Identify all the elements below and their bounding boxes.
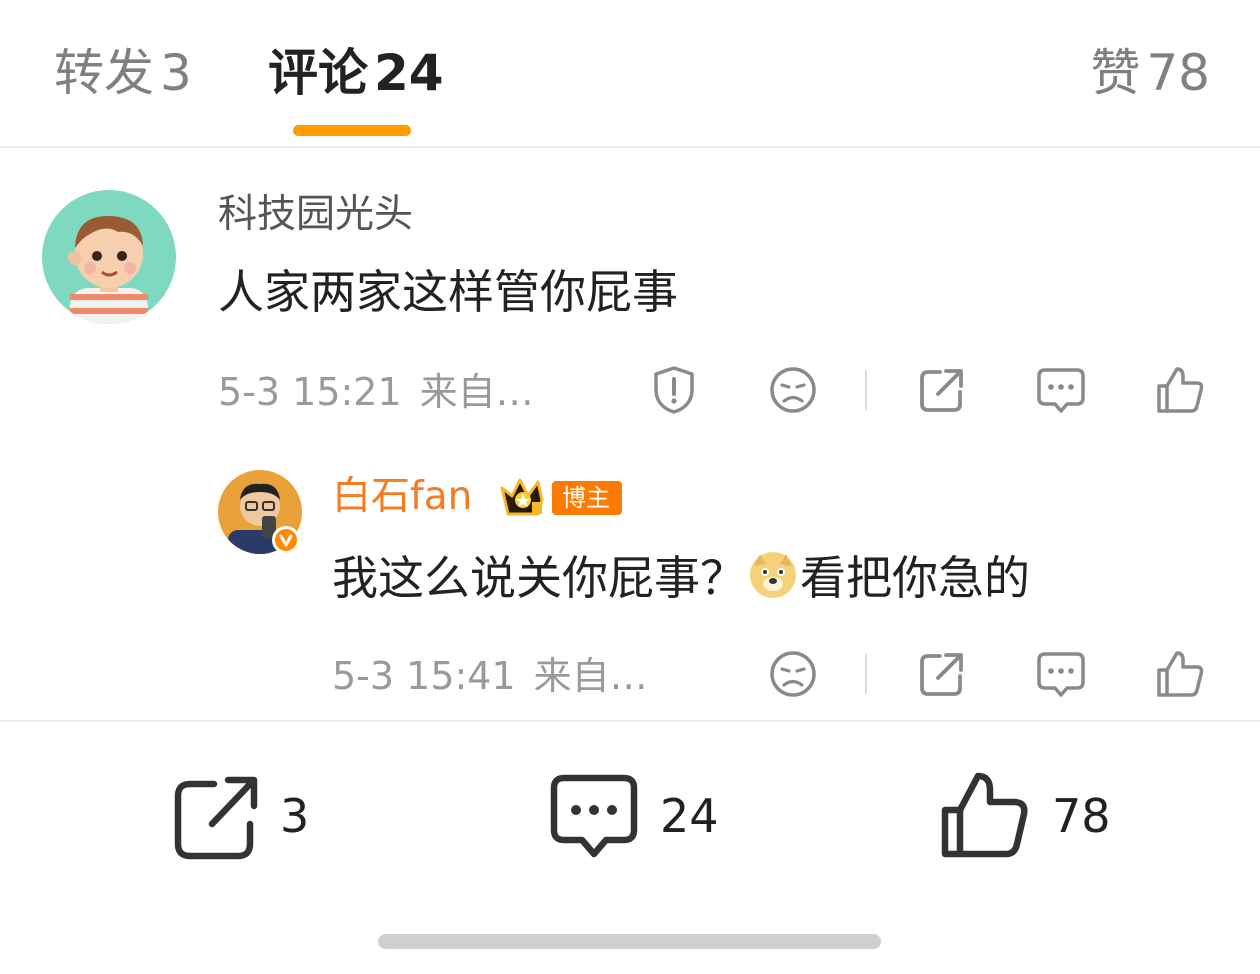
bottom-like-count: 78 [1052, 789, 1111, 843]
tab-comments[interactable]: 评论 24 [268, 40, 444, 106]
home-indicator[interactable] [378, 934, 881, 949]
reply-text-before: 我这么说关你屁事？ [332, 551, 746, 605]
like-icon[interactable] [1154, 648, 1206, 700]
reply-username[interactable]: 白石fan [332, 472, 472, 522]
reply-time: 5-3 15:41 [332, 654, 516, 698]
like-icon[interactable] [1154, 364, 1206, 416]
section-divider [0, 720, 1260, 722]
doge-emoji-icon [748, 550, 798, 600]
action-separator [865, 370, 867, 410]
share-icon[interactable] [916, 648, 968, 700]
tab-likes-label: 赞 [1090, 44, 1141, 102]
action-separator [865, 654, 867, 694]
comment-icon[interactable] [1035, 364, 1087, 416]
comment-icon [550, 774, 638, 858]
blogger-badge: 博主 [498, 474, 622, 518]
like-icon [941, 772, 1028, 858]
tab-comments-label: 评论 [268, 44, 368, 102]
comment-username[interactable]: 科技园光头 [218, 190, 413, 240]
verified-icon [272, 526, 300, 554]
comment-icon[interactable] [1035, 648, 1087, 700]
bottom-comment-button[interactable]: 24 [548, 770, 728, 862]
avatar-commenter[interactable] [42, 190, 176, 324]
reply-text: 我这么说关你屁事？ 看把你急的 [332, 548, 1030, 608]
reply-source: 来自… [533, 654, 648, 698]
share-icon [174, 776, 258, 860]
bottom-comment-count: 24 [660, 789, 719, 843]
comment-text: 人家两家这样管你屁事 [218, 265, 678, 319]
reply-text-after: 看把你急的 [800, 551, 1030, 605]
bottom-like-button[interactable]: 78 [940, 770, 1120, 862]
bottom-repost-count: 3 [280, 789, 310, 843]
dislike-icon[interactable] [767, 648, 819, 700]
comment-time: 5-3 15:21 [218, 370, 402, 414]
dislike-icon[interactable] [767, 364, 819, 416]
comment-source: 来自… [419, 370, 534, 414]
report-icon[interactable] [648, 364, 700, 416]
bottom-repost-button[interactable]: 3 [172, 770, 322, 862]
tab-repost-count: 3 [160, 44, 192, 102]
tab-repost[interactable]: 转发 3 [54, 40, 192, 106]
reply-meta: 5-3 15:41 来自… [332, 652, 648, 700]
comment-meta: 5-3 15:21 来自… [218, 368, 534, 416]
share-icon[interactable] [916, 364, 968, 416]
blogger-badge-label: 博主 [552, 481, 622, 515]
tab-likes-count: 78 [1146, 44, 1210, 102]
tab-bar: 转发 3 评论 24 赞 78 [0, 0, 1260, 148]
active-tab-indicator [293, 125, 411, 136]
tab-likes[interactable]: 赞 78 [1090, 40, 1210, 106]
crown-icon [500, 478, 544, 516]
tab-repost-label: 转发 [54, 44, 154, 102]
tab-comments-count: 24 [374, 44, 444, 102]
